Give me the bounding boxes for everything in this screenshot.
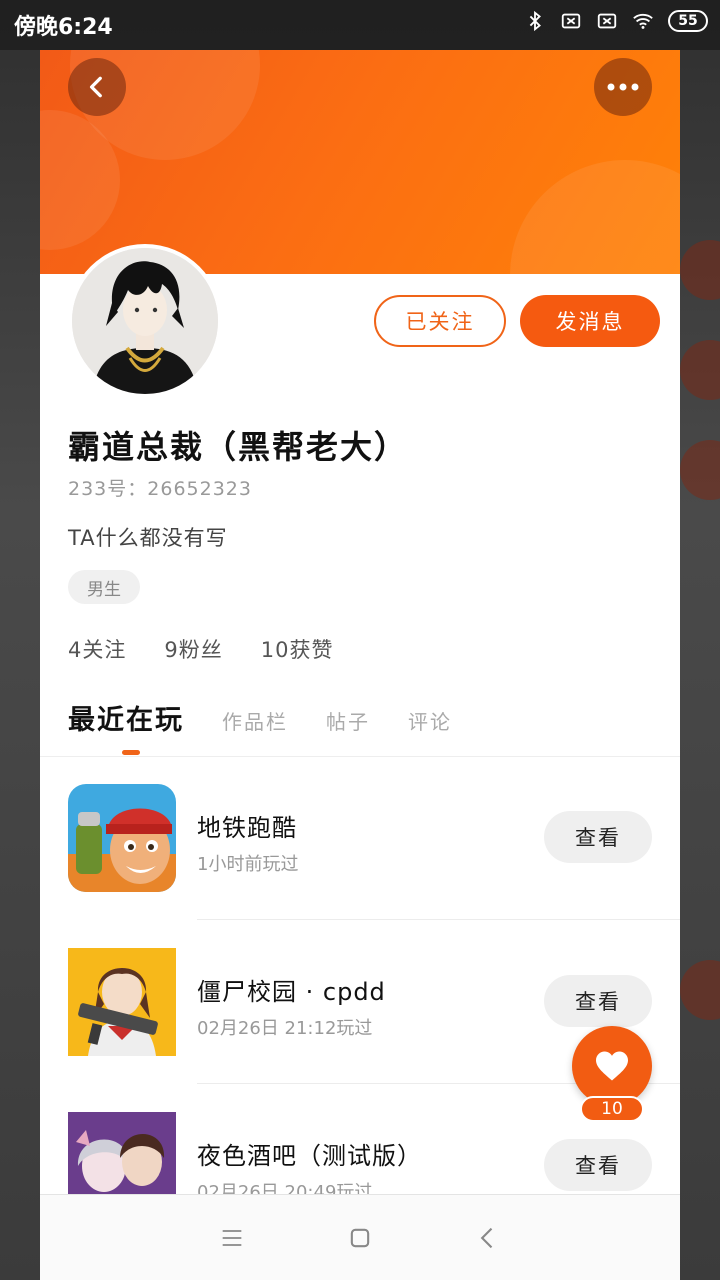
system-nav-bar [40,1194,680,1280]
view-game-button[interactable]: 查看 [544,1139,652,1191]
profile-banner [40,50,680,274]
game-title: 地铁跑酷 [197,814,297,842]
like-count-badge: 10 [580,1096,644,1122]
followers-count[interactable]: 9粉丝 [164,634,222,664]
view-game-button[interactable]: 查看 [544,975,652,1027]
status-icons: 55 [524,10,708,32]
home-square-icon[interactable] [346,1224,374,1252]
wifi-icon [633,13,653,29]
status-time: 傍晚6:24 [14,15,113,40]
list-item[interactable]: 地铁跑酷 1小时前玩过 查看 [40,756,680,920]
profile-tabs: 最近在玩 作品栏 帖子 评论 [68,698,452,737]
profile-bio: TA什么都没有写 [68,526,228,550]
profile-stats: 4关注 9粉丝 10获赞 [68,634,333,664]
like-button[interactable] [572,1026,652,1106]
profile-card: 已关注 发消息 霸道总裁（黑帮老大） 233号：26652323 TA什么都没有… [40,50,680,1280]
send-message-button[interactable]: 发消息 [520,295,660,347]
more-button[interactable] [594,58,652,116]
status-bar: 傍晚6:24 55 [0,0,720,50]
profile-username: 霸道总裁（黑帮老大） [68,428,409,466]
following-count[interactable]: 4关注 [68,634,126,664]
back-button[interactable] [68,58,126,116]
gender-tag: 男生 [68,570,140,604]
heart-icon [596,1051,628,1081]
tab-works[interactable]: 作品栏 [222,706,288,735]
tab-comments[interactable]: 评论 [408,706,452,735]
chevron-left-icon [89,76,102,98]
likes-count: 10获赞 [260,638,334,662]
menu-icon[interactable] [218,1224,246,1252]
no-sim-icon-2 [597,13,617,29]
game-last-played: 1小时前玩过 [197,854,299,875]
game-last-played: 02月26日 21:12玩过 [197,1018,373,1039]
followed-button[interactable]: 已关注 [374,295,506,347]
game-icon-zombie-campus [68,948,176,1056]
tab-posts[interactable]: 帖子 [326,706,370,735]
profile-uid: 233号：26652323 [68,478,252,500]
game-title: 夜色酒吧（测试版） [197,1142,422,1170]
avatar-illustration [72,248,218,394]
tab-recently-played[interactable]: 最近在玩 [68,698,184,737]
no-sim-icon [561,13,581,29]
bluetooth-icon [529,10,541,32]
active-tab-indicator [122,750,140,755]
ellipsis-icon [607,83,639,91]
game-icon-subway-surfers [68,784,176,892]
avatar[interactable] [68,244,222,398]
back-nav-icon[interactable] [474,1224,502,1252]
game-title: 僵尸校园 · cpdd [197,978,386,1006]
battery-indicator: 55 [668,10,708,32]
view-game-button[interactable]: 查看 [544,811,652,863]
